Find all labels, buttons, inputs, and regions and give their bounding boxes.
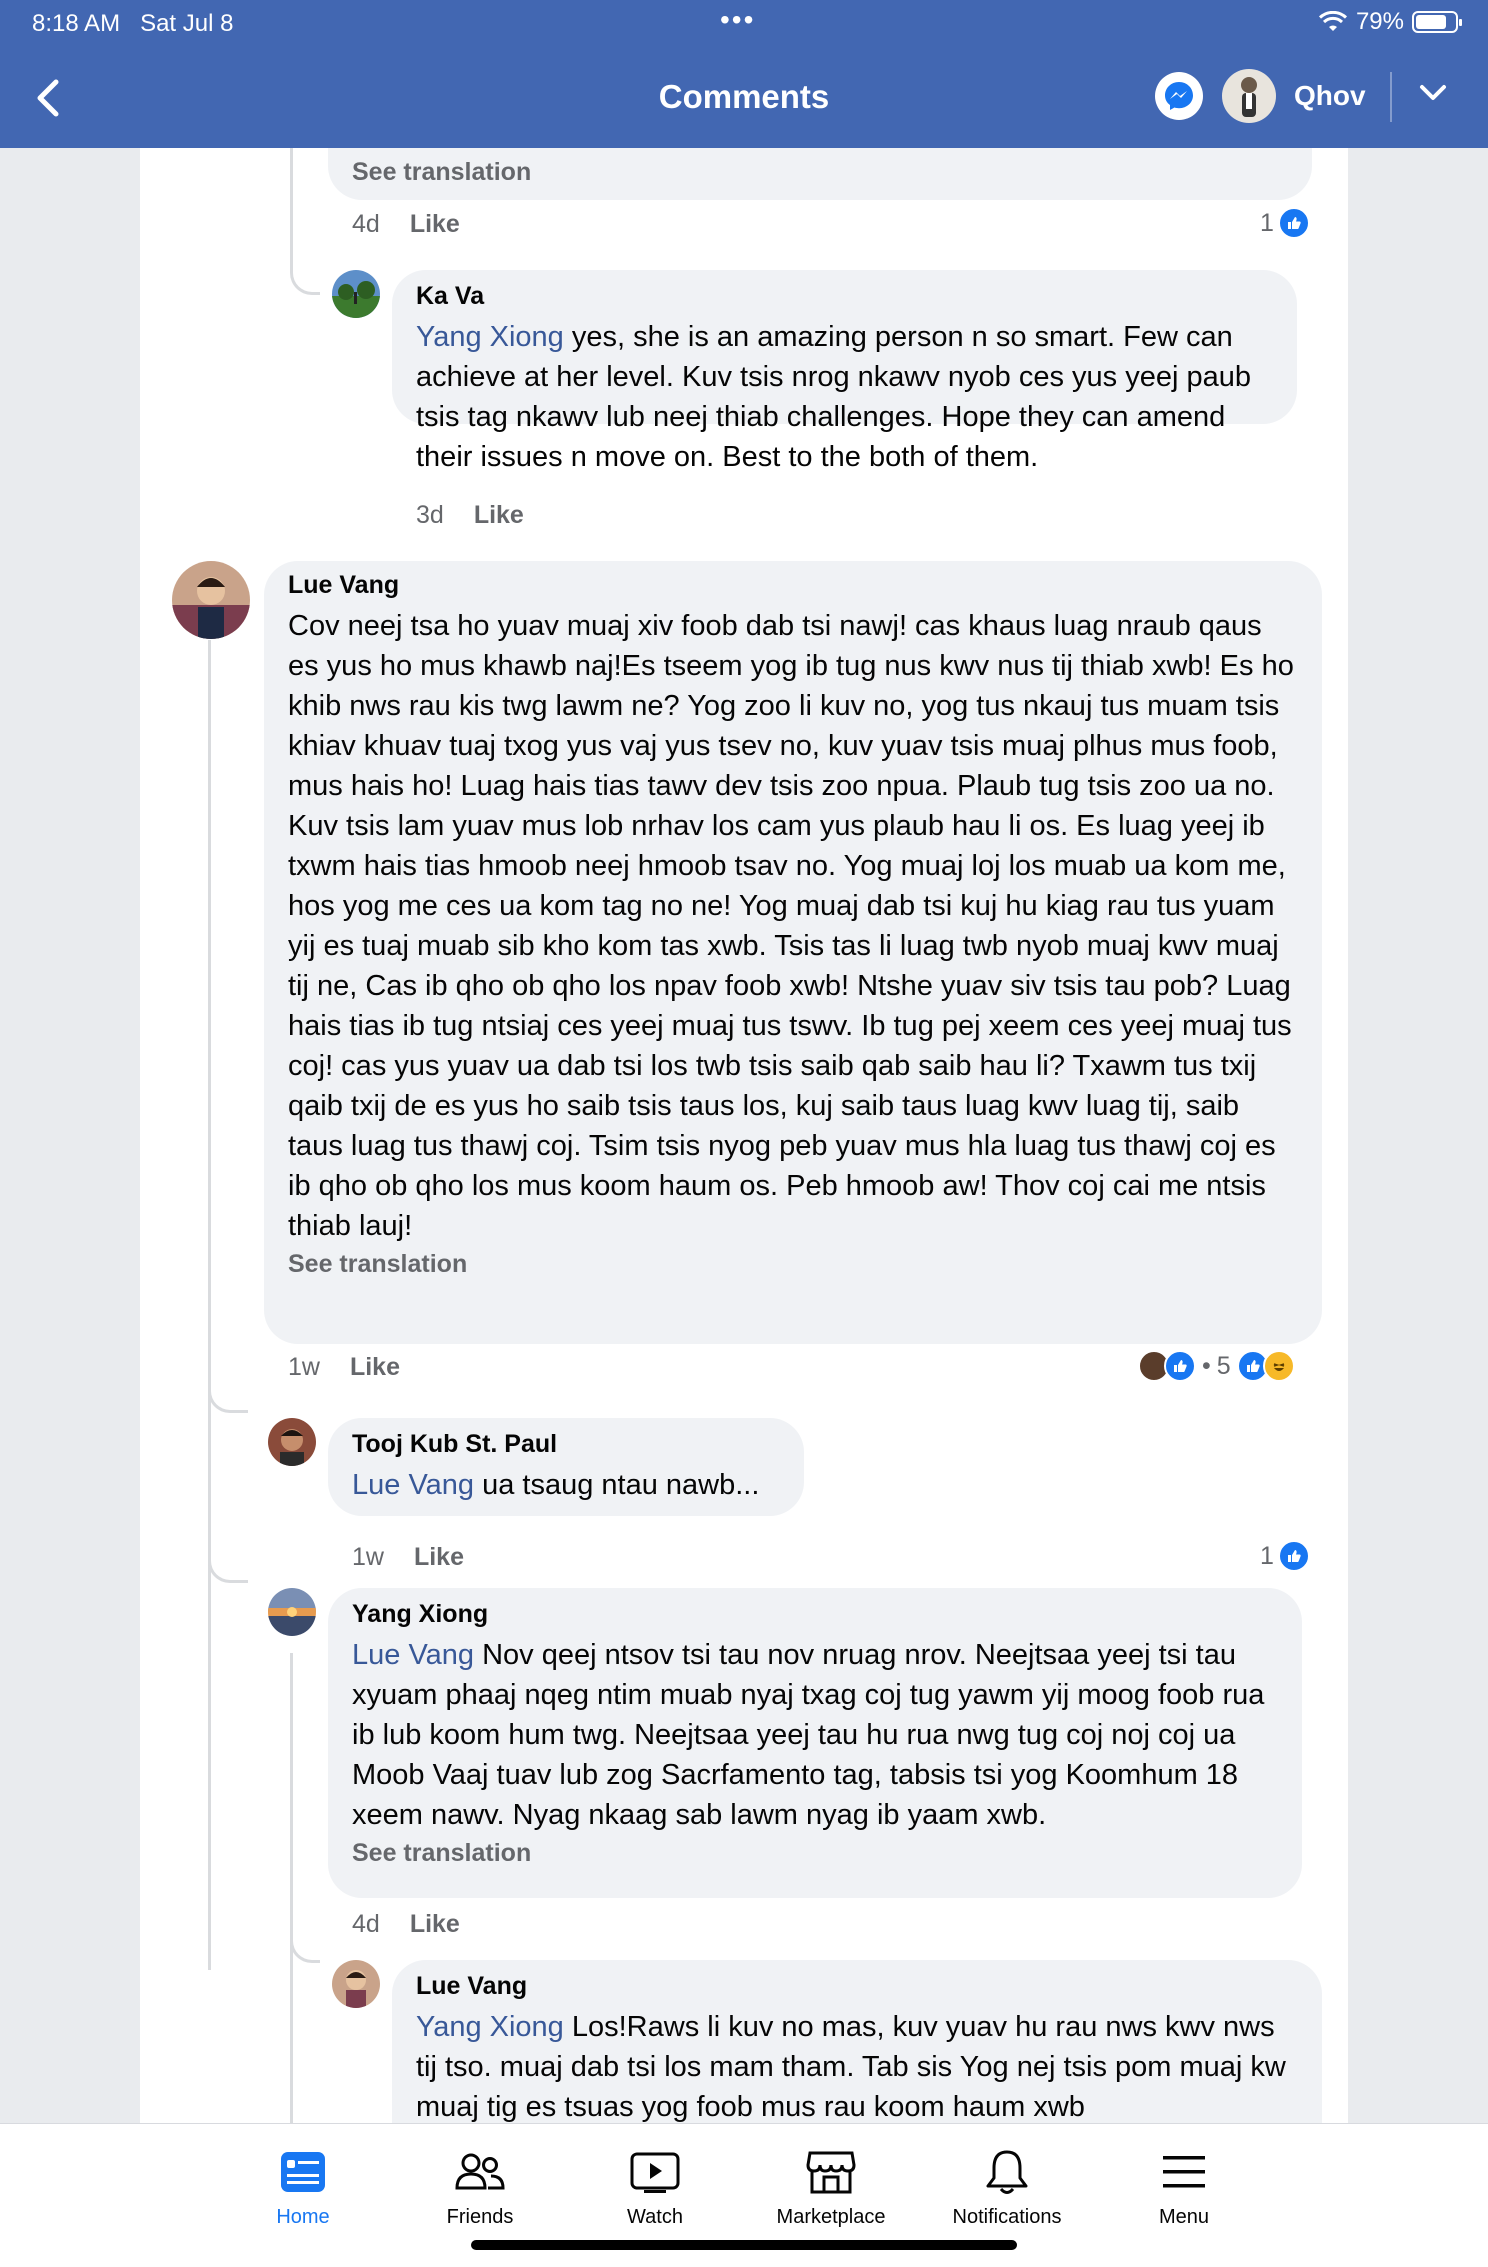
comment-actions: 1w Like [288,1353,400,1382]
comment-body: ua tsaug ntau nawb... [474,1469,760,1501]
comment-author[interactable]: Yang Xiong [352,1600,1278,1629]
messenger-icon[interactable] [1155,72,1203,120]
header-divider [1390,72,1392,122]
avatar[interactable] [332,270,380,318]
thread-connector [290,148,320,295]
chevron-down-icon[interactable] [1418,82,1448,104]
tab-notifications[interactable]: Notifications [919,2144,1095,2229]
reaction-summary[interactable]: 1 [1260,1540,1310,1572]
tab-friends[interactable]: Friends [392,2144,568,2229]
avatar[interactable] [172,561,250,639]
reaction-summary[interactable]: 1 [1260,207,1310,239]
comment-text: Lue Vang ua tsaug ntau nawb... [352,1465,780,1505]
haha-reaction-icon [1262,1350,1295,1382]
see-translation-link[interactable]: See translation [352,158,1312,187]
back-icon[interactable] [30,76,70,120]
clock: 8:18 AM [32,10,121,37]
comment-actions: 4d Like [352,1910,460,1939]
thread-connector [208,1543,248,1583]
thread-connector [208,1373,248,1413]
comment-author[interactable]: Tooj Kub St. Paul [352,1430,780,1459]
tab-menu[interactable]: Menu [1096,2144,1272,2229]
tab-label: Friends [446,2206,514,2228]
comment-author[interactable]: Lue Vang [416,1972,1298,2001]
multitask-dots-icon[interactable]: ••• [720,4,755,36]
comment-body: Cov neej tsa ho yuav muaj xiv foob dab t… [288,610,1294,1242]
tab-marketplace[interactable]: Marketplace [743,2144,919,2229]
reaction-count: 5 [1216,1351,1231,1380]
comment-bubble: Tooj Kub St. Paul Lue Vang ua tsaug ntau… [328,1418,804,1516]
thread-line [208,640,211,1970]
comment-actions: 4d Like [352,210,460,239]
tab-label: Menu [1158,2206,1210,2228]
comment-time: 1w [288,1353,320,1381]
comment-bubble: Yang Xiong Lue Vang Nov qeej ntsov tsi t… [328,1588,1302,1898]
comment-time: 4d [352,1910,380,1938]
comments-feed[interactable]: See translation 4d Like 1 Ka Va Yang Xio… [0,148,1488,2123]
profile-name[interactable]: Qhov [1294,80,1366,112]
avatar[interactable] [332,1960,380,2008]
reaction-summary[interactable]: • 5 [1138,1350,1295,1382]
comment-time: 3d [416,501,444,529]
wifi-icon [1318,11,1347,31]
mention-link[interactable]: Lue Vang [352,1639,474,1671]
comments-panel: See translation 4d Like 1 Ka Va Yang Xio… [140,148,1348,2123]
comment-author[interactable]: Ka Va [416,282,1273,311]
mention-link[interactable]: Yang Xiong [416,2011,564,2043]
like-button[interactable]: Like [350,1353,400,1382]
like-button[interactable]: Like [410,210,460,239]
comment-bubble: Ka Va Yang Xiong yes, she is an amazing … [392,270,1297,473]
thread-line [290,2003,293,2123]
like-reaction-icon [1164,1350,1196,1382]
status-time: 8:18 AM Sat Jul 8 [32,10,233,38]
comment-time: 4d [352,210,380,238]
reaction-separator: • [1202,1351,1211,1380]
like-button[interactable]: Like [410,1910,460,1939]
avatar[interactable] [268,1588,316,1636]
comment-bubble: Lue Vang Cov neej tsa ho yuav muaj xiv f… [264,561,1322,1344]
comment-actions: 1w Like [352,1543,464,1572]
comment-actions: 3d Like [416,501,524,530]
date: Sat Jul 8 [140,10,234,37]
mention-link[interactable]: Yang Xiong [416,321,564,353]
see-translation-link[interactable]: See translation [352,1839,1278,1868]
status-indicators: 79% [1318,8,1462,36]
marketplace-icon [806,2151,856,2194]
comment-author[interactable]: Lue Vang [288,571,1298,600]
comment-body: Nov qeej ntsov tsi tau nov nruag nrov. N… [352,1639,1265,1831]
tab-label: Home [276,2206,330,2228]
watch-icon [630,2152,680,2193]
like-reaction-icon [1277,1540,1310,1572]
comment-bubble-top: See translation [328,148,1312,200]
comment-text: Yang Xiong Los!Raws li kuv no mas, kuv y… [416,2007,1298,2123]
menu-icon [1163,2156,1205,2188]
tab-home[interactable]: Home [215,2144,391,2229]
like-button[interactable]: Like [414,1543,464,1572]
mention-link[interactable]: Lue Vang [352,1469,474,1501]
bell-icon [986,2150,1028,2194]
battery-percent: 79% [1355,8,1404,35]
tab-label: Watch [627,2206,683,2228]
see-translation-link[interactable]: See translation [288,1250,1298,1279]
battery-icon [1412,11,1462,33]
tab-watch[interactable]: Watch [567,2144,743,2229]
page-title: Comments [658,78,830,115]
comment-time: 1w [352,1543,384,1571]
like-button[interactable]: Like [474,501,524,530]
like-reaction-icon [1277,207,1310,239]
thread-connector [290,1923,320,1963]
reaction-count: 1 [1260,1541,1274,1570]
friends-icon [455,2153,505,2190]
comment-bubble: Lue Vang Yang Xiong Los!Raws li kuv no m… [392,1960,1322,2123]
top-bar: 8:18 AM Sat Jul 8 ••• 79% Comments Qhov [0,0,1488,148]
home-feed-icon [281,2152,325,2192]
comment-text: Yang Xiong yes, she is an amazing person… [416,317,1273,477]
tab-label: Marketplace [776,2206,886,2228]
comment-text: Lue Vang Nov qeej ntsov tsi tau nov nrua… [352,1635,1278,1835]
reaction-count: 1 [1260,208,1274,237]
profile-avatar[interactable] [1222,69,1276,123]
tab-label: Notifications [952,2206,1062,2228]
avatar[interactable] [268,1418,316,1466]
home-indicator[interactable] [471,2240,1017,2250]
